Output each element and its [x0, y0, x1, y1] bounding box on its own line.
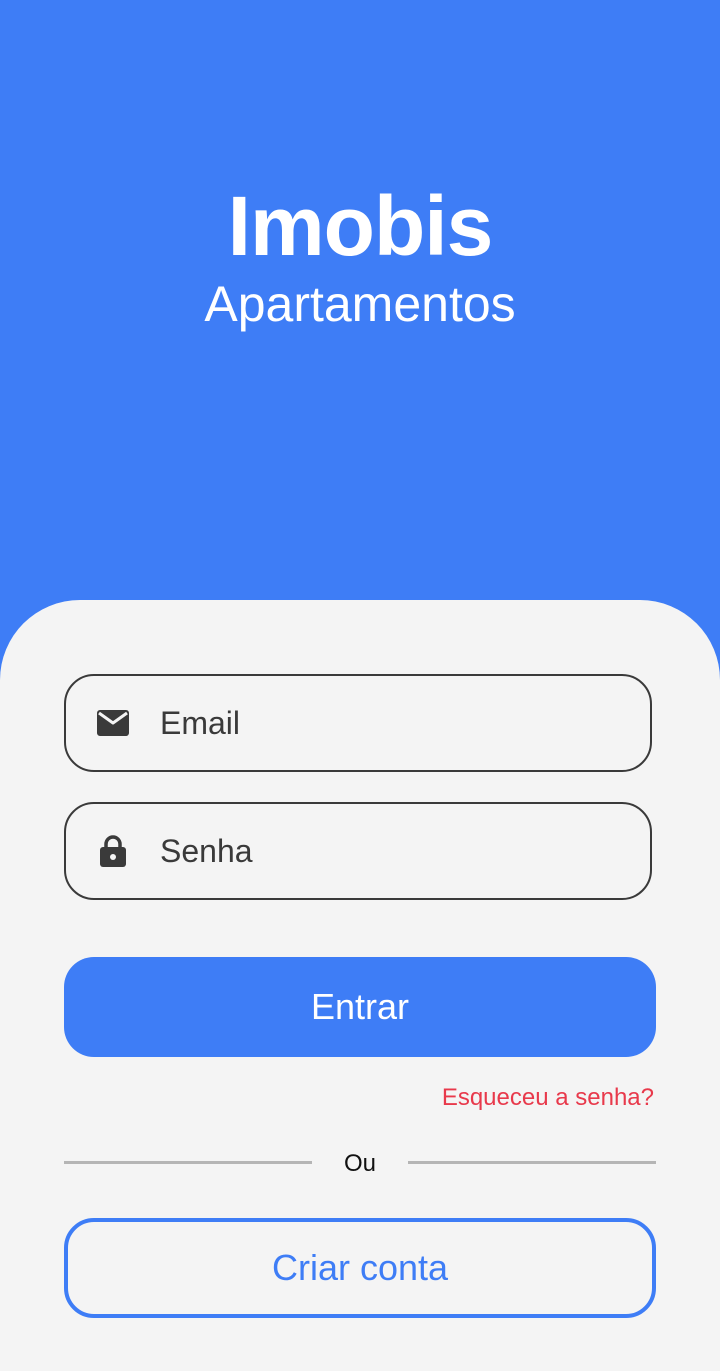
divider-line-left — [64, 1161, 312, 1164]
password-input[interactable] — [160, 804, 630, 898]
email-field[interactable] — [64, 674, 652, 772]
forgot-password-link[interactable]: Esqueceu a senha? — [442, 1080, 654, 1116]
header-banner: Imobis Apartamentos — [0, 0, 720, 600]
brand-subtitle: Apartamentos — [204, 276, 516, 332]
email-input[interactable] — [160, 676, 630, 770]
divider-line-right — [408, 1161, 656, 1164]
lock-icon — [96, 834, 130, 868]
login-button[interactable]: Entrar — [64, 957, 656, 1057]
create-account-button[interactable]: Criar conta — [64, 1218, 656, 1318]
brand-title: Imobis — [227, 179, 494, 273]
mail-icon — [96, 706, 130, 740]
password-field[interactable] — [64, 802, 652, 900]
divider-label: Ou — [343, 1150, 376, 1177]
